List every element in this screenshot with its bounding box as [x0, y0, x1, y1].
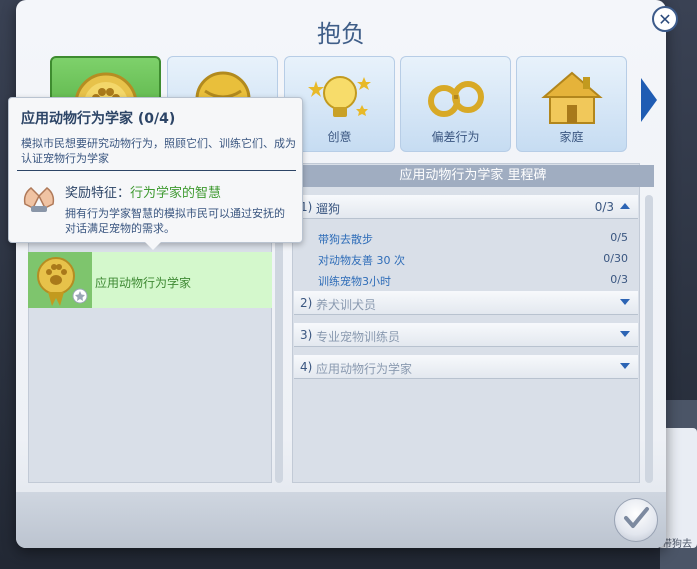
chevron-right-icon: [639, 76, 659, 128]
close-icon: ✕: [658, 9, 672, 29]
section-name: 专业宠物训练员: [316, 330, 401, 344]
handcuffs-icon: [424, 67, 488, 135]
section-name: 遛狗: [316, 202, 341, 216]
task-count: 0/30: [603, 252, 628, 265]
milestone-section-3[interactable]: 3) 专业宠物训练员: [294, 323, 638, 347]
section-progress: 0/3: [594, 200, 614, 214]
clasped-hands-icon: [19, 178, 59, 222]
dialog-footer: [16, 492, 666, 548]
next-category-button[interactable]: [636, 74, 662, 130]
house-icon: [540, 67, 604, 135]
tile-label: 家庭: [559, 130, 584, 144]
background-thumbnail-text: 带狗去: [662, 539, 692, 550]
milestone-section-2[interactable]: 2) 养犬训犬员: [294, 291, 638, 315]
chevron-down-icon: [620, 299, 630, 305]
tooltip-title: 应用动物行为学家 (0/4): [21, 111, 176, 127]
reward-label: 奖励特征: [65, 186, 118, 201]
reward-description: 拥有行为学家智慧的模拟市民可以通过安抚的对话满足宠物的需求。: [65, 207, 285, 235]
section-number: 4): [300, 360, 313, 374]
reward-name: 行为学家的智慧: [130, 186, 222, 201]
task-count: 0/3: [610, 273, 628, 286]
paw-medal-icon: [28, 252, 92, 308]
aspiration-tooltip: 应用动物行为学家 (0/4) 模拟市民想要研究动物行为，照顾它们、训练它们、成为…: [8, 97, 303, 243]
task-count: 0/5: [610, 231, 628, 244]
category-tile-family[interactable]: 家庭: [516, 56, 627, 152]
milestones-header: 应用动物行为学家 里程碑: [292, 165, 654, 187]
milestone-section-1[interactable]: 1) 遛狗 0/3: [294, 195, 638, 219]
milestone-task: 训练宠物3小时 0/3: [318, 273, 628, 289]
reward-trait: 奖励特征：行为学家的智慧: [65, 182, 221, 201]
list-item[interactable]: 应用动物行为学家: [28, 252, 272, 308]
milestones-scrollbar[interactable]: [645, 195, 653, 483]
task-label: 带狗去散步: [318, 233, 373, 246]
section-number: 2): [300, 296, 313, 310]
chevron-down-icon: [620, 363, 630, 369]
tooltip-description: 模拟市民想要研究动物行为，照顾它们、训练它们、成为认证宠物行为学家: [21, 137, 296, 165]
task-label: 对动物友善 30 次: [318, 254, 405, 267]
milestone-task: 对动物友善 30 次 0/30: [318, 252, 628, 268]
task-label: 训练宠物3小时: [318, 275, 391, 288]
tooltip-pointer: [145, 242, 161, 250]
section-name: 应用动物行为学家: [316, 362, 413, 376]
category-tile-deviance[interactable]: 偏差行为: [400, 56, 511, 152]
confirm-button[interactable]: [614, 498, 658, 542]
milestone-section-4[interactable]: 4) 应用动物行为学家: [294, 355, 638, 379]
milestone-task: 带狗去散步 0/5: [318, 231, 628, 247]
chevron-down-icon: [620, 331, 630, 337]
reward-separator: ：: [117, 186, 131, 201]
chevron-up-icon: [620, 203, 630, 209]
close-button[interactable]: ✕: [652, 6, 678, 32]
section-name: 养犬训犬员: [316, 298, 377, 312]
tooltip-divider: [17, 170, 296, 171]
list-item-label: 应用动物行为学家: [95, 276, 192, 290]
lightbulb-icon: [307, 67, 372, 135]
section-number: 3): [300, 328, 313, 342]
dialog-title: 抱负: [317, 20, 365, 48]
checkmark-icon: [621, 503, 651, 537]
tile-label: 偏差行为: [431, 130, 480, 144]
